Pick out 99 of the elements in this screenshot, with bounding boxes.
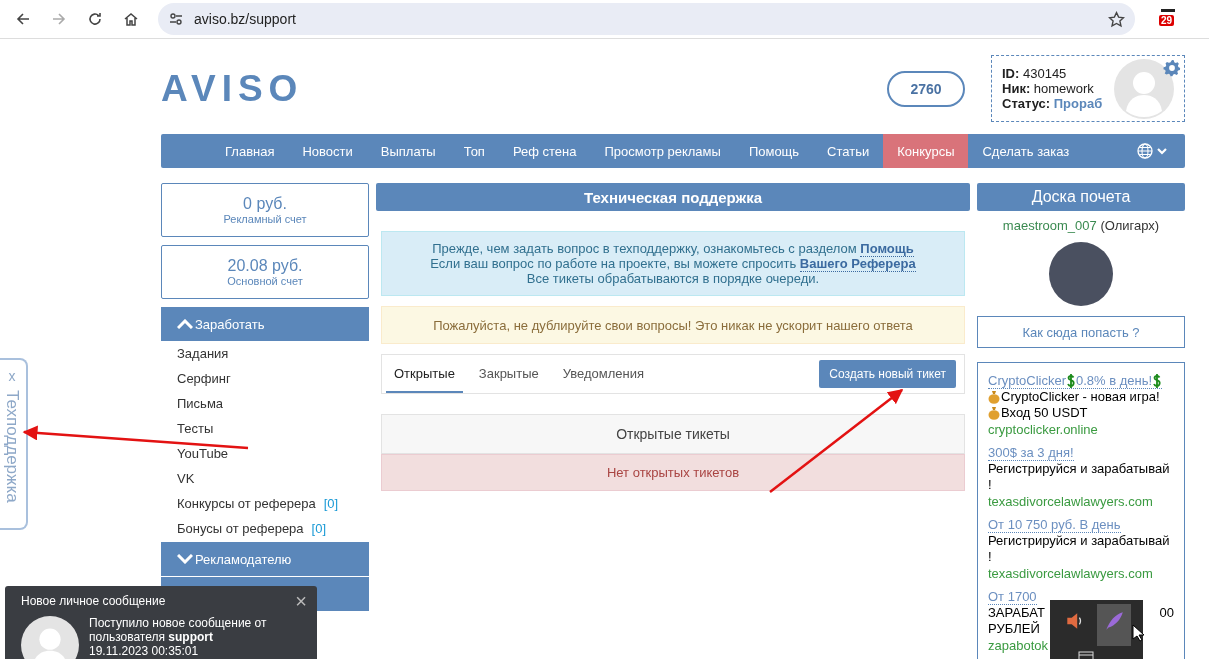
info-link[interactable]: Вашего Реферера <box>799 256 916 272</box>
account-label: Основной счет <box>227 275 303 287</box>
reload-icon[interactable] <box>87 11 103 27</box>
extension-badge: 29 <box>1159 15 1175 26</box>
bookmark-star-icon[interactable] <box>1108 10 1125 28</box>
menu-item[interactable]: VK <box>161 467 369 492</box>
menu-item-label[interactable]: YouTube <box>177 446 229 461</box>
ad-text: ! <box>988 549 992 565</box>
menu-section-title: Рекламодателю <box>195 551 292 567</box>
ad-text: Регистрируйся и зарабатывай <box>988 533 1170 549</box>
support-side-tab[interactable]: x Техподдержка <box>0 358 28 530</box>
dollar-icon <box>1153 373 1162 388</box>
ad-title-link[interactable]: От 10 750 руб. В день <box>988 517 1121 533</box>
count-label: [0] <box>323 496 339 511</box>
user-status: Статус: Прораб <box>1002 96 1103 111</box>
menu-section-header[interactable]: Заработать <box>161 307 369 342</box>
menu-item[interactable]: Задания <box>161 342 369 367</box>
info-text: Все тикеты обрабатываются в порядке очереди. <box>526 271 820 286</box>
menu-item[interactable]: Письма <box>161 392 369 417</box>
menu-item-label[interactable]: VK <box>177 471 195 486</box>
nav-link[interactable]: Новости <box>288 134 367 168</box>
money-bag-icon <box>988 390 1000 404</box>
ad-title-link[interactable]: CryptoClicker 0.8% в день! <box>988 373 1163 389</box>
menu-section-title: Заработать <box>195 316 265 332</box>
ad-text: CryptoClicker - новая игра! <box>1001 389 1160 405</box>
settings-icon[interactable] <box>1163 59 1181 77</box>
info-link[interactable]: Помощь <box>860 241 914 257</box>
mouse-cursor-icon <box>1132 624 1144 642</box>
avatar-silhouette <box>1114 58 1174 119</box>
nav-link[interactable]: Конкурсы <box>883 134 969 168</box>
menu-section-header[interactable]: Рекламодателю <box>161 542 369 577</box>
chevron-down-icon <box>177 554 193 564</box>
info-text: Если ваш вопрос по работе на проекте, вы можете спросить <box>430 256 797 271</box>
window-icon[interactable] <box>1078 651 1094 659</box>
close-button[interactable]: × <box>295 589 307 613</box>
ad-text: РУБЛЕЙ <box>988 621 1040 637</box>
panel-title: Техническая поддержка <box>376 183 970 211</box>
balance-pill[interactable]: 2760 <box>887 70 965 107</box>
side-tab-label: Техподдержка <box>2 390 22 503</box>
nav-link[interactable]: Статьи <box>813 134 884 168</box>
notification-text: Поступило новое сообщение от пользователя support <box>89 616 268 644</box>
tab[interactable]: Уведомления <box>554 355 653 393</box>
notification-date: 19.11.2023 00:35:01 <box>89 644 200 658</box>
warning-alert: Пожалуйста, не дублируйте свои вопросы! Это никак не ускорит нашего ответа <box>381 306 965 344</box>
user-id: ID: 430145 <box>1002 66 1068 81</box>
url-text: aviso.bz/support <box>194 11 297 27</box>
menu-item-label[interactable]: Бонусы от реферера <box>177 521 304 536</box>
nav-link[interactable]: Выплаты <box>366 134 450 168</box>
menu-item-label[interactable]: Задания <box>177 346 229 361</box>
panel-title: Доска почета <box>977 183 1185 211</box>
account-label: Рекламный счет <box>223 213 307 225</box>
ad-url[interactable]: texasdivorcelawlawyers.com <box>988 565 1174 583</box>
info-text: Прежде, чем задать вопрос в техподдержку, ознакомьтесь с разделом <box>432 241 857 256</box>
menu-item[interactable]: Серфинг <box>161 367 369 392</box>
menu-item-label[interactable]: Конкурсы от реферера <box>177 496 316 511</box>
nav-link[interactable]: Главная <box>211 134 289 168</box>
nav-link[interactable]: Просмотр рекламы <box>590 134 735 168</box>
ad-url[interactable]: cryptoclicker.online <box>988 421 1174 439</box>
menu-item[interactable]: Конкурсы от реферера [0] <box>161 492 369 517</box>
address-bar[interactable]: aviso.bz/support <box>158 3 1135 35</box>
menu-item-label[interactable]: Серфинг <box>177 371 231 386</box>
create-ticket-button[interactable]: Создать новый тикет <box>819 360 956 388</box>
tab[interactable]: Закрытые <box>470 355 547 393</box>
site-logo[interactable]: AVISO <box>161 67 304 110</box>
menu-item-label[interactable]: Письма <box>177 396 224 411</box>
money-bag-icon <box>988 406 1000 420</box>
avatar-silhouette <box>21 616 79 659</box>
close-button[interactable]: x <box>8 368 16 384</box>
ad-title-link[interactable]: 300$ за 3 дня! <box>988 445 1074 461</box>
count-label: [0] <box>311 521 327 536</box>
site-settings-icon[interactable] <box>168 11 184 27</box>
ad-text: 00 <box>1159 605 1174 621</box>
user-nick: Ник: homework <box>1002 81 1095 96</box>
nav-link[interactable]: Сделать заказ <box>968 134 1084 168</box>
menu-item[interactable]: YouTube <box>161 442 369 467</box>
ad-url[interactable]: texasdivorcelawlawyers.com <box>988 493 1174 511</box>
leader-name[interactable]: maestroom_007 (Олигарх) <box>1002 218 1160 233</box>
nav-link[interactable]: Топ <box>449 134 499 168</box>
account-amount: 20.08 руб. <box>227 257 303 275</box>
ad-text: ! <box>988 477 992 493</box>
menu-item[interactable]: Бонусы от реферера [0] <box>161 517 369 542</box>
table-header: Открытые тикеты <box>381 414 965 454</box>
nav-link[interactable]: Реф стена <box>498 134 591 168</box>
ad-text: Вход 50 USDT <box>1001 405 1088 421</box>
menu-item[interactable]: Тесты <box>161 417 369 442</box>
back-icon[interactable] <box>15 11 31 27</box>
ad-text: Регистрируйся и зарабатывай <box>988 461 1170 477</box>
notification-title: Новое личное сообщение <box>21 594 166 608</box>
ad-title-link[interactable]: От 1700 <box>988 589 1037 605</box>
menu-item-label[interactable]: Тесты <box>177 421 214 436</box>
empty-row: Нет открытых тикетов <box>381 454 965 491</box>
home-icon[interactable] <box>123 11 139 27</box>
dollar-icon <box>1067 373 1075 388</box>
ad-text: ЗАРАБАТ <box>988 605 1045 621</box>
chevron-up-icon <box>177 319 193 329</box>
nav-link[interactable]: Помощь <box>734 134 814 168</box>
how-to-get-here-button[interactable]: Как сюда попасть ? <box>977 316 1185 348</box>
account-amount: 0 руб. <box>243 195 287 213</box>
tab[interactable]: Открытые <box>386 355 463 393</box>
